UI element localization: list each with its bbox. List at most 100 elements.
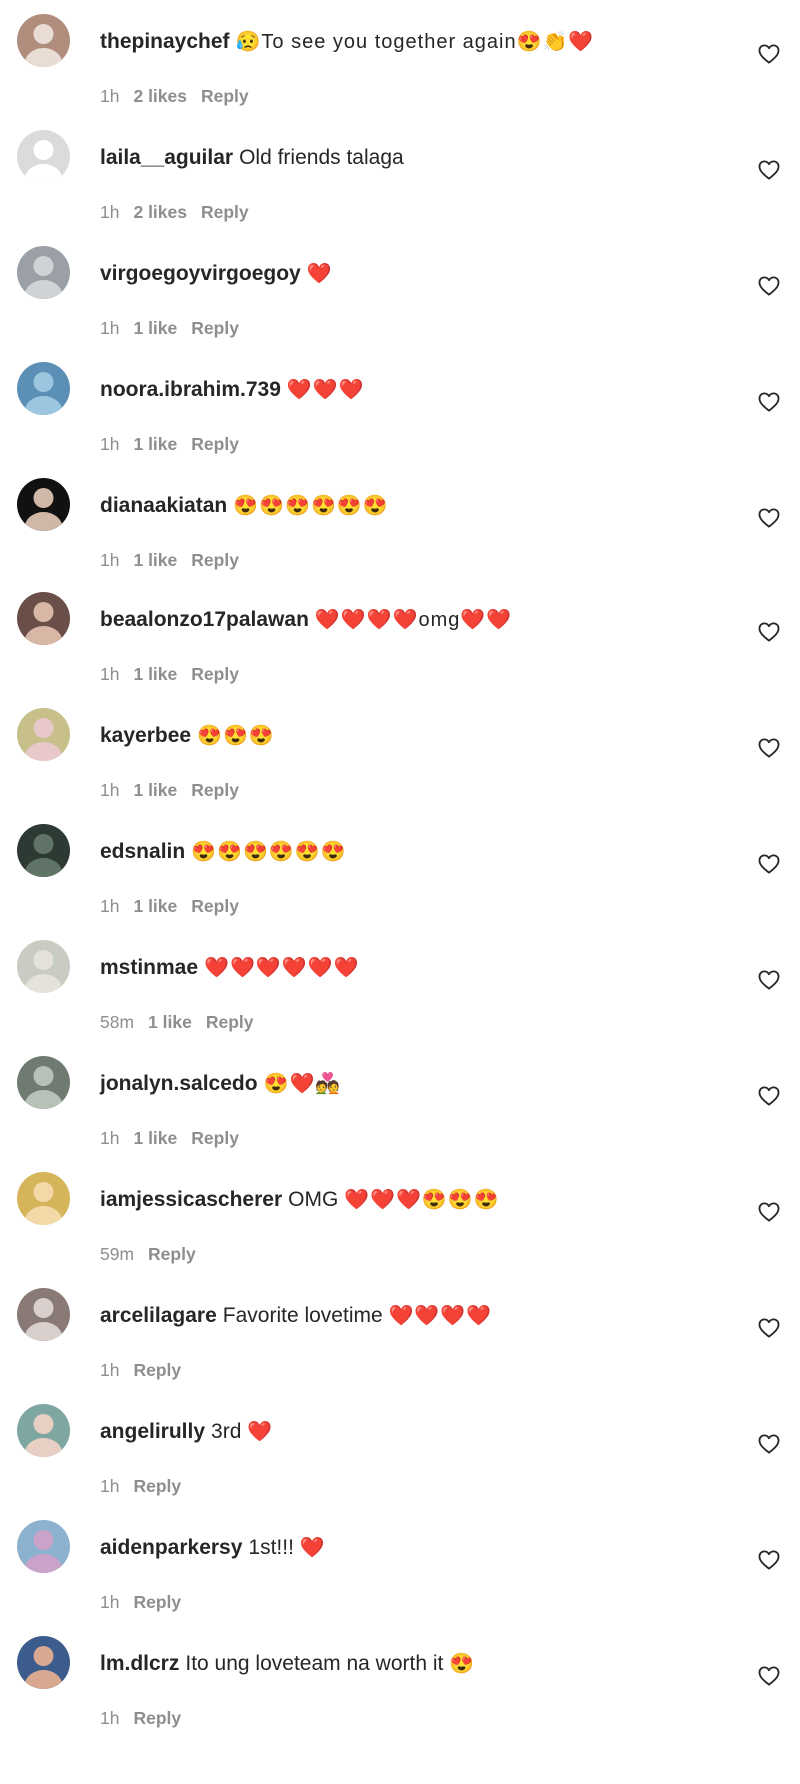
avatar[interactable] [17, 824, 70, 877]
comment-username[interactable]: mstinmae [100, 956, 198, 979]
reply-button[interactable]: Reply [148, 1244, 196, 1264]
heart-outline-icon[interactable] [758, 738, 780, 758]
heart-outline-icon[interactable] [758, 44, 780, 64]
avatar[interactable] [17, 1056, 70, 1109]
comment-time[interactable]: 1h [100, 86, 119, 106]
comment-meta: 1h 2 likes Reply [100, 86, 263, 107]
reply-button[interactable]: Reply [201, 202, 249, 222]
avatar[interactable] [17, 592, 70, 645]
avatar[interactable] [17, 1636, 70, 1689]
comment-username[interactable]: noora.ibrahim.739 [100, 378, 281, 401]
comment-text: OMG [288, 1188, 339, 1211]
comment-username[interactable]: kayerbee [100, 724, 191, 747]
comment-time[interactable]: 1h [100, 550, 119, 570]
avatar-image [24, 1646, 63, 1689]
comment-time[interactable]: 1h [100, 1128, 119, 1148]
avatar[interactable] [17, 940, 70, 993]
reply-button[interactable]: Reply [133, 1592, 181, 1612]
heart-outline-icon[interactable] [758, 970, 780, 990]
comment-username[interactable]: angelirully [100, 1420, 205, 1443]
comment-username[interactable]: thepinaychef [100, 30, 230, 53]
comment-item: aidenparkersy 1st!!! ❤️ 1h Reply [0, 1506, 800, 1622]
avatar[interactable] [17, 14, 70, 67]
heart-outline-icon[interactable] [758, 1434, 780, 1454]
comment-likes[interactable]: 1 like [148, 1012, 192, 1032]
comment-item: beaalonzo17palawan ❤️❤️❤️❤️omg❤️❤️ 1h 1 lik… [0, 578, 800, 694]
comment-likes[interactable]: 2 likes [133, 202, 187, 222]
comment-username[interactable]: arcelilagare [100, 1304, 217, 1327]
avatar[interactable] [17, 708, 70, 761]
reply-button[interactable]: Reply [191, 664, 239, 684]
comment-likes[interactable]: 1 like [133, 1128, 177, 1148]
comment-username[interactable]: beaalonzo17palawan [100, 608, 309, 631]
comment-username[interactable]: laila__aguilar [100, 146, 233, 169]
comment-username[interactable]: edsnalin [100, 840, 185, 863]
reply-button[interactable]: Reply [191, 780, 239, 800]
avatar[interactable] [17, 130, 70, 183]
heart-outline-icon[interactable] [758, 1666, 780, 1686]
comment-time[interactable]: 1h [100, 664, 119, 684]
avatar[interactable] [17, 362, 70, 415]
comment-time[interactable]: 1h [100, 1708, 119, 1728]
comment-likes[interactable]: 1 like [133, 318, 177, 338]
avatar-image [24, 950, 63, 993]
heart-outline-icon[interactable] [758, 392, 780, 412]
reply-button[interactable]: Reply [206, 1012, 254, 1032]
comment-username[interactable]: virgoegoyvirgoegoy [100, 262, 301, 285]
comment-item: noora.ibrahim.739 ❤️❤️❤️ 1h 1 like Reply [0, 348, 800, 464]
reply-button[interactable]: Reply [133, 1708, 181, 1728]
comment-likes[interactable]: 1 like [133, 550, 177, 570]
avatar[interactable] [17, 1172, 70, 1225]
comment-time[interactable]: 1h [100, 434, 119, 454]
comment-item: virgoegoyvirgoegoy ❤️ 1h 1 like Reply [0, 232, 800, 348]
comment-time[interactable]: 1h [100, 780, 119, 800]
heart-outline-icon[interactable] [758, 276, 780, 296]
heart-outline-icon[interactable] [758, 1202, 780, 1222]
comment-time[interactable]: 1h [100, 1360, 119, 1380]
reply-button[interactable]: Reply [201, 86, 249, 106]
comment-time[interactable]: 1h [100, 318, 119, 338]
comment-username[interactable]: dianaakiatan [100, 494, 227, 517]
comment-username[interactable]: iamjessicascherer [100, 1188, 282, 1211]
comment-time[interactable]: 59m [100, 1244, 134, 1264]
comment-username[interactable]: jonalyn.salcedo [100, 1072, 258, 1095]
reply-button[interactable]: Reply [191, 896, 239, 916]
comment-time[interactable]: 58m [100, 1012, 134, 1032]
comment-likes[interactable]: 1 like [133, 896, 177, 916]
comment-likes[interactable]: 1 like [133, 434, 177, 454]
comment-line: laila__aguilar Old friends talaga [100, 145, 404, 171]
heart-outline-icon[interactable] [758, 160, 780, 180]
comment-username[interactable]: lm.dlcrz [100, 1652, 179, 1675]
comment-list: thepinaychef 😥To see you together again😍👏… [0, 0, 800, 1784]
avatar-image [24, 1066, 63, 1109]
comment-time[interactable]: 1h [100, 202, 119, 222]
avatar[interactable] [17, 1404, 70, 1457]
avatar[interactable] [17, 1520, 70, 1573]
comment-likes[interactable]: 2 likes [133, 86, 187, 106]
avatar[interactable] [17, 1288, 70, 1341]
comment-time[interactable]: 1h [100, 896, 119, 916]
heart-outline-icon[interactable] [758, 622, 780, 642]
comment-item: dianaakiatan 😍😍😍😍😍😍 1h 1 like Reply [0, 464, 800, 580]
comment-likes[interactable]: 1 like [133, 780, 177, 800]
comment-likes[interactable]: 1 like [133, 664, 177, 684]
heart-outline-icon[interactable] [758, 1086, 780, 1106]
comment-username[interactable]: aidenparkersy [100, 1536, 242, 1559]
avatar[interactable] [17, 246, 70, 299]
heart-outline-icon[interactable] [758, 1318, 780, 1338]
reply-button[interactable]: Reply [191, 434, 239, 454]
heart-outline-icon[interactable] [758, 1550, 780, 1570]
reply-button[interactable]: Reply [133, 1476, 181, 1496]
reply-button[interactable]: Reply [133, 1360, 181, 1380]
comment-time[interactable]: 1h [100, 1592, 119, 1612]
comment-line: dianaakiatan 😍😍😍😍😍😍 [100, 493, 389, 519]
heart-outline-icon[interactable] [758, 508, 780, 528]
comment-emoji: 😍😍😍😍😍😍 [191, 841, 347, 863]
avatar[interactable] [17, 478, 70, 531]
comment-time[interactable]: 1h [100, 1476, 119, 1496]
comment-line: angelirully 3rd ❤️ [100, 1419, 273, 1445]
heart-outline-icon[interactable] [758, 854, 780, 874]
reply-button[interactable]: Reply [191, 318, 239, 338]
reply-button[interactable]: Reply [191, 1128, 239, 1148]
reply-button[interactable]: Reply [191, 550, 239, 570]
